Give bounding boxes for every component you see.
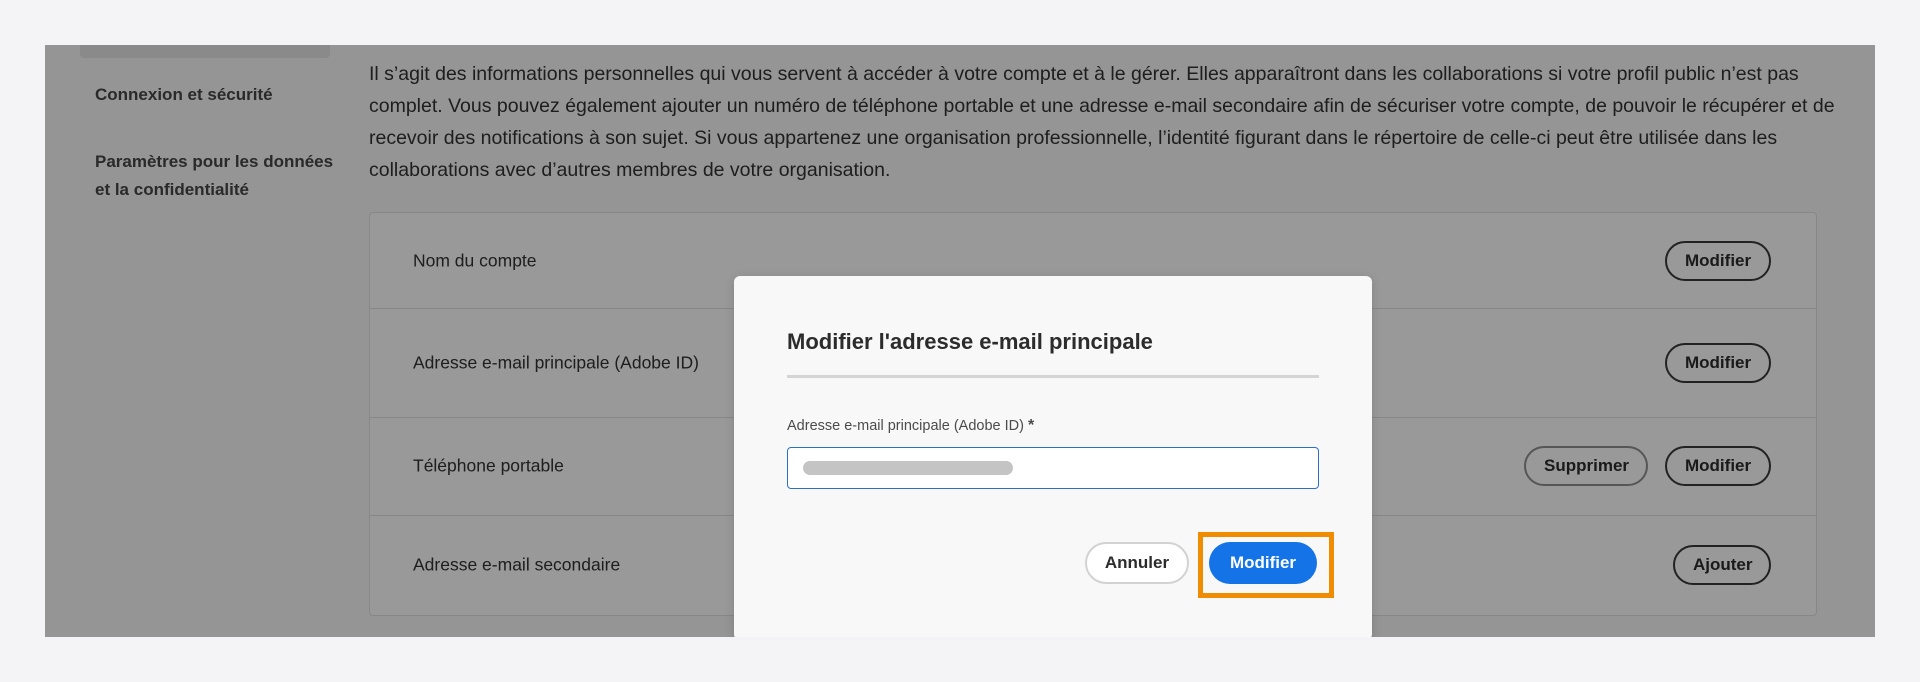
- primary-email-field-label: Adresse e-mail principale (Adobe ID) *: [787, 417, 1034, 435]
- confirm-edit-button[interactable]: Modifier: [1209, 542, 1317, 584]
- account-page: Connexion et sécurité Paramètres pour le…: [45, 45, 1875, 637]
- dialog-divider: [787, 375, 1319, 378]
- primary-email-input[interactable]: [787, 447, 1319, 489]
- dialog-title: Modifier l'adresse e-mail principale: [787, 329, 1153, 354]
- primary-email-field-label-text: Adresse e-mail principale (Adobe ID): [787, 418, 1024, 434]
- cancel-button[interactable]: Annuler: [1085, 542, 1189, 584]
- required-marker: *: [1027, 417, 1035, 434]
- redacted-email-value: [803, 461, 1013, 475]
- edit-primary-email-dialog: Modifier l'adresse e-mail principale Adr…: [734, 276, 1372, 637]
